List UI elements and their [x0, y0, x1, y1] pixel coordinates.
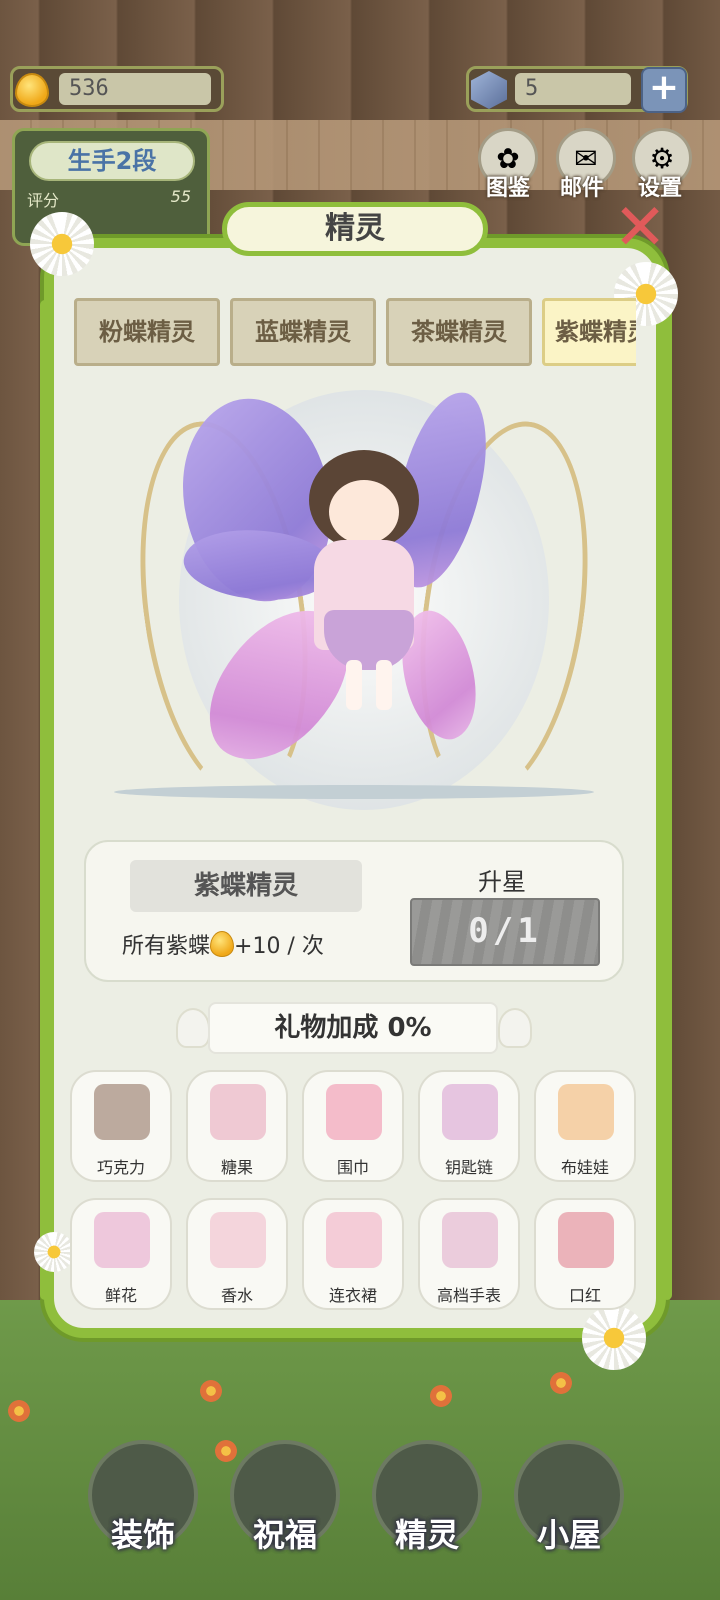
- tab-blue-butterfly[interactable]: 蓝蝶精灵: [230, 298, 376, 366]
- add-gems-button[interactable]: +: [641, 67, 687, 113]
- tab-pink-butterfly[interactable]: 粉蝶精灵: [74, 298, 220, 366]
- gift-dress[interactable]: 连衣裙: [302, 1198, 404, 1310]
- gift-name: 围巾: [336, 1158, 369, 1177]
- gift-bonus-banner: 礼物加成 0%: [208, 1002, 498, 1054]
- tab-tea-butterfly[interactable]: 茶蝶精灵: [386, 298, 532, 366]
- nav-fairy-label: 精灵: [394, 1516, 459, 1554]
- gift-chocolate[interactable]: 巧克力: [70, 1070, 172, 1182]
- rank-title: 生手2段: [29, 141, 195, 181]
- gift-name: 布娃娃: [560, 1158, 609, 1177]
- gift-name: 高档手表: [436, 1286, 501, 1305]
- vine-decoration: [662, 300, 672, 1300]
- gift-watch[interactable]: 高档手表: [418, 1198, 520, 1310]
- top-icon-label: 邮件: [560, 176, 605, 201]
- gift-name: 鲜花: [104, 1286, 137, 1305]
- close-button[interactable]: ✕: [610, 196, 670, 260]
- gift-keychain[interactable]: 钥匙链: [418, 1070, 520, 1182]
- drop-icon: [210, 931, 235, 957]
- keychain-icon: [442, 1084, 498, 1140]
- doll-icon: [558, 1084, 614, 1140]
- gift-name: 糖果: [220, 1158, 253, 1177]
- nav-decorate-label: 装饰: [110, 1516, 175, 1554]
- gift-scarf[interactable]: 围巾: [302, 1070, 404, 1182]
- gem-currency-bar: 5 +: [466, 66, 688, 113]
- gem-count: 5: [515, 73, 631, 105]
- drop-currency-bar: 536: [10, 66, 224, 112]
- gift-lipstick[interactable]: 口红: [534, 1198, 636, 1310]
- flowers-icon: [94, 1212, 150, 1268]
- gift-name: 钥匙链: [444, 1158, 493, 1177]
- wing-ornament: [498, 1008, 532, 1048]
- candy-icon: [210, 1084, 266, 1140]
- chocolate-icon: [94, 1084, 150, 1140]
- fairy-leg: [346, 660, 362, 710]
- rank-score-label: 评分: [27, 191, 60, 210]
- bonus-suffix: +10 / 次: [234, 934, 324, 959]
- flower-decoration: [550, 1372, 572, 1394]
- dress-icon: [326, 1212, 382, 1268]
- fairy-info-card: 紫蝶精灵 所有紫蝶 +10 / 次 升星 0/1: [84, 840, 624, 982]
- lipstick-icon: [558, 1212, 614, 1268]
- star-up-label: 升星: [478, 868, 526, 896]
- daisy-decoration: [34, 1232, 74, 1272]
- drop-icon: [15, 73, 49, 107]
- wing-ornament: [176, 1008, 210, 1048]
- drop-count: 536: [59, 73, 211, 105]
- nav-cottage-label: 小屋: [536, 1516, 601, 1554]
- gem-icon: [471, 71, 507, 109]
- nav-blessing-label: 祝福: [252, 1516, 317, 1554]
- fairy-tabs: 粉蝶精灵 蓝蝶精灵 茶蝶精灵 紫蝶精灵: [74, 298, 636, 370]
- top-icon-label: 图鉴: [486, 176, 531, 201]
- watch-icon: [442, 1212, 498, 1268]
- star-up-button[interactable]: 0/1: [410, 898, 600, 966]
- gift-name: 连衣裙: [328, 1286, 377, 1305]
- flower-decoration: [430, 1385, 452, 1407]
- fairy-display: [84, 377, 644, 840]
- daisy-decoration: [30, 212, 94, 276]
- bonus-prefix: 所有紫蝶: [122, 934, 211, 959]
- tab-purple-butterfly[interactable]: 紫蝶精灵: [542, 298, 636, 366]
- bonus-description: 所有紫蝶 +10 / 次: [122, 928, 324, 960]
- vine-decoration: [40, 300, 50, 1300]
- gift-grid: 巧克力 糖果 围巾 钥匙链 布娃娃 鲜花 香水 连衣裙 高档手表 口红: [70, 1070, 640, 1320]
- fairy-face: [329, 480, 399, 544]
- flower-decoration: [215, 1440, 237, 1462]
- gift-perfume[interactable]: 香水: [186, 1198, 288, 1310]
- rank-score: 55: [170, 187, 191, 206]
- gift-name: 香水: [220, 1286, 253, 1305]
- flower-decoration: [8, 1400, 30, 1422]
- gift-candy[interactable]: 糖果: [186, 1070, 288, 1182]
- flower-decoration: [200, 1380, 222, 1402]
- fairy-leg: [376, 660, 392, 710]
- fairy-name: 紫蝶精灵: [130, 860, 362, 912]
- modal-title: 精灵: [222, 202, 488, 256]
- gift-doll[interactable]: 布娃娃: [534, 1070, 636, 1182]
- gift-name: 口红: [568, 1286, 601, 1305]
- gift-name: 巧克力: [96, 1158, 145, 1177]
- scarf-icon: [326, 1084, 382, 1140]
- perfume-icon: [210, 1212, 266, 1268]
- pedestal: [114, 785, 594, 799]
- gift-flowers[interactable]: 鲜花: [70, 1198, 172, 1310]
